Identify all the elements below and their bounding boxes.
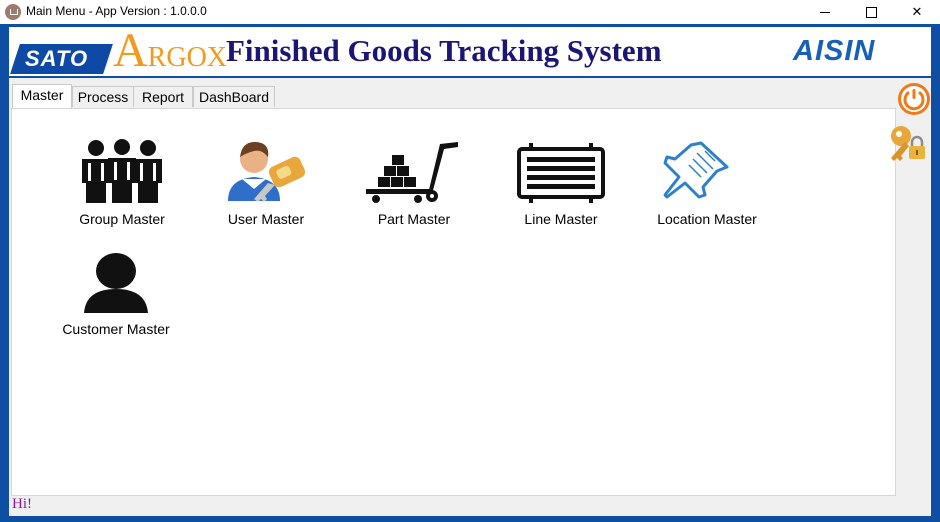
tab-process[interactable]: Process	[72, 86, 134, 107]
part-master-tile[interactable]: Part Master	[340, 139, 488, 227]
tab-master[interactable]: Master	[12, 84, 72, 109]
customer-icon	[84, 253, 148, 313]
window-title: Main Menu - App Version : 1.0.0.0	[26, 4, 207, 18]
key-lock-icon	[891, 126, 925, 161]
close-button[interactable]: ✕	[894, 0, 940, 24]
maximize-icon	[865, 7, 877, 19]
conveyor-line-icon	[517, 143, 605, 203]
tab-dashboard[interactable]: DashBoard	[193, 86, 275, 107]
location-master-label: Location Master	[657, 211, 757, 227]
maximize-button[interactable]	[848, 0, 894, 24]
minimize-icon	[820, 12, 830, 14]
header-banner: SATO ARGOX Finished Goods Tracking Syste…	[9, 27, 931, 76]
sato-logo: SATO	[10, 44, 113, 74]
status-text: Hi!	[12, 496, 32, 512]
part-master-label: Part Master	[377, 211, 451, 227]
line-master-label: Line Master	[524, 211, 598, 227]
line-master-tile[interactable]: Line Master	[487, 139, 635, 227]
change-password-button[interactable]	[887, 124, 929, 167]
customer-master-tile[interactable]: Customer Master	[42, 251, 190, 337]
hand-truck-icon	[366, 142, 458, 203]
customer-master-label: Customer Master	[62, 321, 170, 337]
app-title: Finished Goods Tracking System	[226, 33, 662, 68]
group-icon	[82, 139, 162, 203]
close-icon: ✕	[911, 4, 923, 19]
title-bar: Main Menu - App Version : 1.0.0.0 ✕	[0, 0, 940, 24]
power-button[interactable]	[897, 82, 931, 121]
aisin-logo: AISIN	[793, 35, 876, 67]
tab-report[interactable]: Report	[133, 86, 193, 107]
argox-logo: ARGOX	[113, 24, 228, 77]
location-master-tile[interactable]: Location Master	[633, 139, 781, 227]
group-master-label: Group Master	[79, 211, 165, 227]
group-master-tile[interactable]: Group Master	[48, 139, 196, 227]
user-master-label: User Master	[227, 211, 305, 227]
map-pin-icon	[663, 141, 729, 199]
power-icon	[898, 83, 930, 115]
user-master-tile[interactable]: User Master	[192, 139, 340, 227]
minimize-button[interactable]	[802, 0, 848, 24]
app-icon	[5, 4, 21, 20]
master-panel: Group Master User Master Part Master Lin…	[11, 108, 896, 496]
user-key-icon	[228, 141, 306, 202]
